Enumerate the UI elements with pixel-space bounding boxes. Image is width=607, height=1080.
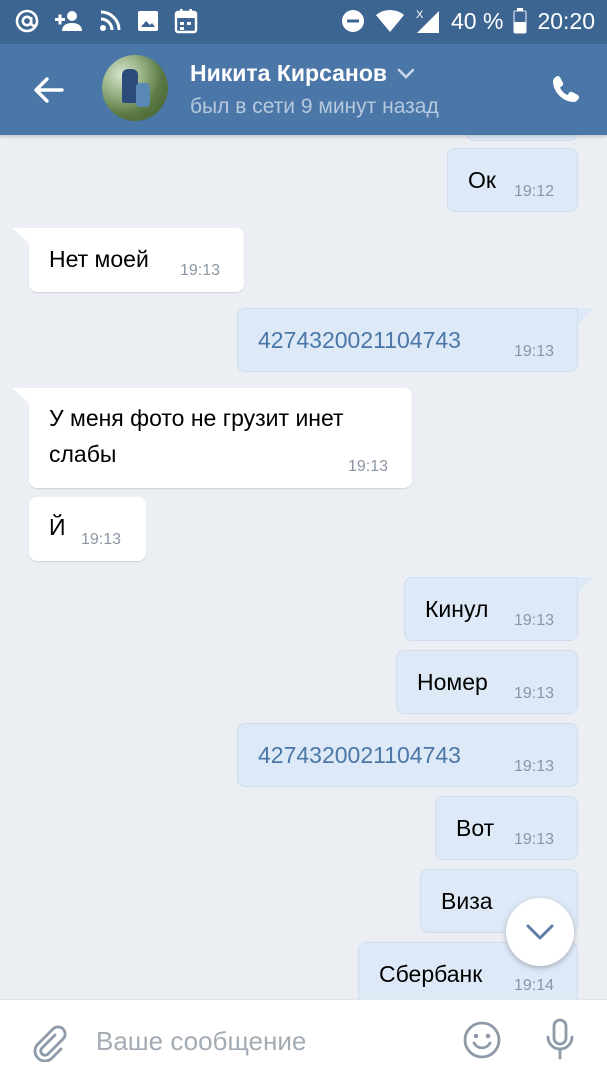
svg-text:X: X bbox=[416, 9, 424, 21]
message-time: 19:13 bbox=[514, 612, 555, 629]
signal-icon: X bbox=[415, 7, 441, 35]
image-icon bbox=[136, 9, 160, 33]
rss-icon bbox=[98, 9, 122, 33]
message-text: Кинул bbox=[425, 596, 489, 622]
message-incoming[interactable]: Й 19:13 bbox=[29, 497, 146, 561]
chat-header: Никита Кирсанов был в сети 9 минут назад bbox=[0, 44, 607, 135]
contact-name-button[interactable]: Никита Кирсанов bbox=[190, 60, 415, 87]
message-time: 19:13 bbox=[348, 458, 389, 475]
calendar-icon bbox=[174, 8, 198, 34]
message-text: Сбербанк bbox=[379, 961, 483, 987]
clock: 20:20 bbox=[537, 7, 595, 34]
status-bar: X 40 % 20:20 bbox=[0, 0, 607, 44]
bubble-tail bbox=[577, 577, 595, 595]
message-text: Нет моей bbox=[49, 246, 149, 272]
message-incoming[interactable]: У меня фото не грузит инет слабы 19:13 bbox=[29, 388, 412, 488]
message-text: Вот bbox=[456, 815, 495, 841]
chevron-down-icon bbox=[397, 68, 415, 80]
message-text: Ок bbox=[468, 167, 496, 193]
scroll-to-bottom-button[interactable] bbox=[506, 898, 574, 966]
contact-name: Никита Кирсанов bbox=[190, 60, 388, 86]
message-outgoing[interactable]: 4274320021104743 19:13 bbox=[237, 308, 578, 372]
back-arrow-icon[interactable] bbox=[30, 72, 66, 108]
message-outgoing[interactable]: Кинул 19:13 bbox=[404, 577, 578, 641]
bubble-tail bbox=[12, 228, 30, 246]
message-time: 19:12 bbox=[514, 183, 555, 200]
message-text: Й bbox=[49, 514, 66, 540]
message-time: 19:13 bbox=[514, 831, 555, 848]
message-incoming[interactable]: Нет моей 19:13 bbox=[29, 228, 244, 292]
microphone-icon[interactable] bbox=[540, 1017, 580, 1061]
message-bubble-partial bbox=[466, 135, 578, 141]
avatar[interactable] bbox=[102, 55, 168, 121]
message-time: 19:13 bbox=[180, 262, 221, 279]
message-input[interactable] bbox=[96, 1018, 436, 1064]
bubble-tail bbox=[577, 308, 595, 326]
bubble-tail bbox=[12, 388, 30, 406]
battery-icon bbox=[513, 8, 528, 34]
at-icon bbox=[14, 8, 40, 34]
message-text-line-1: У меня фото не грузит инет bbox=[49, 405, 344, 431]
last-seen-status: был в сети 9 минут назад bbox=[190, 95, 439, 118]
phone-icon[interactable] bbox=[548, 71, 584, 107]
emoji-icon[interactable] bbox=[462, 1020, 502, 1060]
message-time: 19:13 bbox=[514, 343, 555, 360]
message-list[interactable]: Ок 19:12 Нет моей 19:13 4274320021104743… bbox=[0, 135, 607, 999]
card-number-link[interactable]: 4274320021104743 bbox=[258, 737, 461, 773]
chevron-down-icon bbox=[525, 923, 555, 941]
card-number-link[interactable]: 4274320021104743 bbox=[258, 322, 461, 358]
message-outgoing[interactable]: Ок 19:12 bbox=[447, 148, 578, 212]
message-outgoing[interactable]: Вот 19:13 bbox=[435, 796, 578, 860]
wifi-icon bbox=[375, 9, 405, 33]
message-outgoing[interactable]: Номер 19:13 bbox=[396, 650, 578, 714]
composer-bar bbox=[0, 999, 607, 1080]
message-time: 19:13 bbox=[514, 758, 555, 775]
message-text: Виза bbox=[441, 888, 493, 914]
message-time: 19:13 bbox=[514, 685, 555, 702]
notification-icons bbox=[14, 6, 198, 36]
battery-percent: 40 % bbox=[451, 7, 504, 34]
message-time: 19:14 bbox=[514, 977, 555, 994]
message-text: Номер bbox=[417, 669, 488, 695]
message-outgoing[interactable]: 4274320021104743 19:13 bbox=[237, 723, 578, 787]
add-friend-icon bbox=[54, 9, 84, 33]
message-time: 19:13 bbox=[81, 531, 122, 548]
system-indicators: X 40 % 20:20 bbox=[341, 6, 595, 36]
do-not-disturb-icon bbox=[341, 9, 365, 33]
paperclip-icon[interactable] bbox=[28, 1022, 68, 1062]
message-text-line-2: слабы bbox=[49, 441, 117, 467]
